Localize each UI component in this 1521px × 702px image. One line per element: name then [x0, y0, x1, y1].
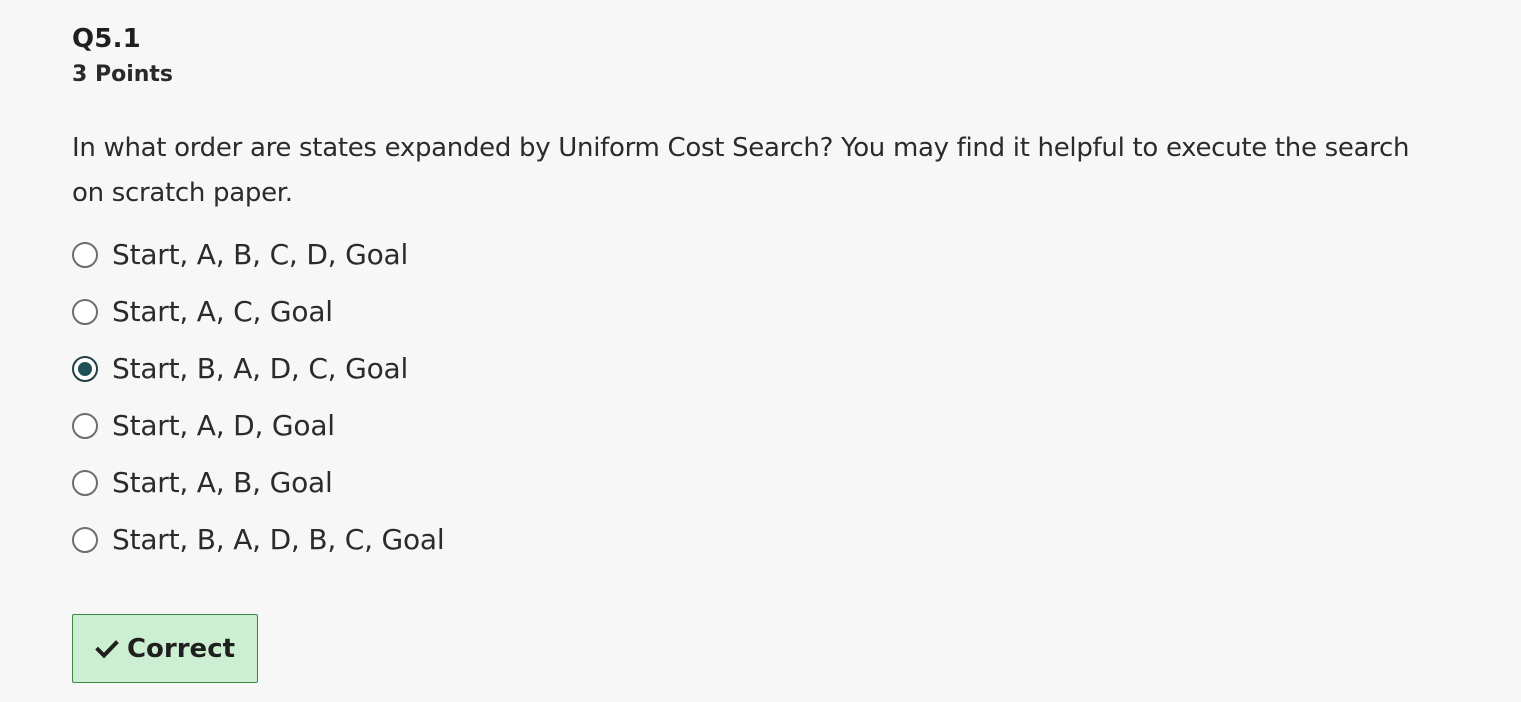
question-prompt: In what order are states expanded by Uni… — [72, 133, 1410, 208]
answer-option-5[interactable]: Start, A, B, Goal — [72, 454, 1472, 511]
radio-button-5[interactable] — [72, 469, 98, 496]
answer-option-label: Start, A, B, Goal — [112, 466, 333, 499]
answer-option-label: Start, A, D, Goal — [112, 409, 335, 442]
answer-option-label: Start, A, B, C, D, Goal — [112, 238, 409, 271]
radio-button-6[interactable] — [72, 526, 98, 553]
radio-button-1[interactable] — [72, 241, 98, 268]
answer-options: Start, A, B, C, D, Goal Start, A, C, Goa… — [72, 226, 1472, 568]
answer-option-3[interactable]: Start, B, A, D, C, Goal — [72, 340, 1472, 397]
check-icon — [95, 637, 119, 661]
radio-button-2[interactable] — [72, 298, 98, 325]
correct-status-badge: Correct — [72, 614, 258, 683]
radio-button-3[interactable] — [72, 355, 98, 382]
question-points: 3 Points — [72, 62, 174, 87]
answer-option-2[interactable]: Start, A, C, Goal — [72, 283, 1472, 340]
answer-option-label: Start, B, A, D, C, Goal — [112, 352, 409, 385]
answer-option-label: Start, B, A, D, B, C, Goal — [112, 523, 445, 556]
status-label: Correct — [126, 633, 236, 664]
answer-option-4[interactable]: Start, A, D, Goal — [72, 397, 1472, 454]
question-number: Q5.1 — [72, 24, 141, 54]
radio-button-4[interactable] — [72, 412, 98, 439]
answer-option-1[interactable]: Start, A, B, C, D, Goal — [72, 226, 1472, 283]
answer-option-label: Start, A, C, Goal — [112, 295, 333, 328]
question-block: Q5.1 3 Points In what order are states e… — [72, 22, 1472, 568]
answer-option-6[interactable]: Start, B, A, D, B, C, Goal — [72, 511, 1472, 568]
